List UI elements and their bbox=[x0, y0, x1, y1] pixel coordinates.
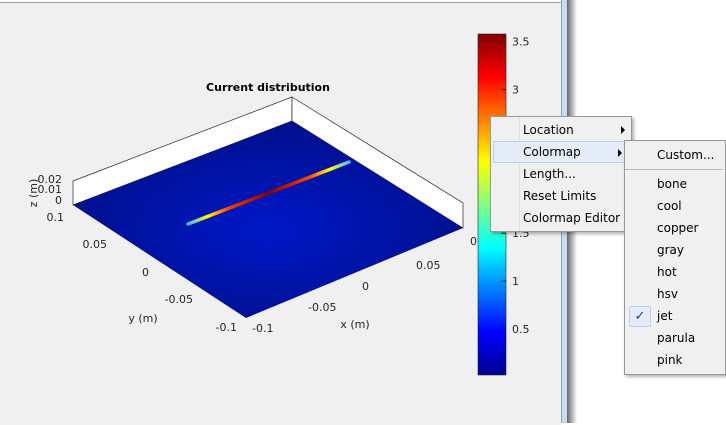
menu-item-jet[interactable]: ✓ jet bbox=[625, 305, 725, 327]
menu-item-label: cool bbox=[657, 199, 682, 213]
check-icon: ✓ bbox=[629, 306, 651, 327]
y-tick: 0.1 bbox=[47, 211, 65, 224]
menu-item-colormap-editor[interactable]: Colormap Editor bbox=[491, 207, 631, 229]
x-tick: 0.05 bbox=[416, 259, 441, 272]
menu-item-hsv[interactable]: hsv bbox=[625, 283, 725, 305]
colormap-submenu: Custom... bone cool copper gray hot hsv ✓ jet pa… bbox=[624, 140, 726, 375]
plot-axes: Current distribution 0.02 0.01 0 z (m) 0… bbox=[27, 33, 530, 376]
menu-item-parula[interactable]: parula bbox=[625, 327, 725, 349]
current-surface bbox=[73, 121, 463, 318]
menu-item-label: pink bbox=[657, 353, 683, 367]
x-axis-label: x (m) bbox=[340, 318, 369, 331]
colorbar-tick-label: 3 bbox=[512, 84, 519, 97]
menu-item-label: Colormap bbox=[523, 145, 581, 159]
y-tick: -0.05 bbox=[165, 293, 193, 306]
colorbar-context-menu: Location Colormap Length... Reset Limits… bbox=[490, 116, 632, 232]
menu-item-label: bone bbox=[657, 177, 687, 191]
z-tick: 0 bbox=[55, 194, 62, 207]
menu-item-label: parula bbox=[657, 331, 696, 345]
menu-item-label: gray bbox=[657, 243, 685, 257]
submenu-arrow-icon bbox=[621, 126, 625, 134]
menu-item-label: Reset Limits bbox=[523, 189, 597, 203]
plot-title: Current distribution bbox=[206, 81, 330, 94]
menu-item-copper[interactable]: copper bbox=[625, 217, 725, 239]
colorbar-tick-label: 0.5 bbox=[512, 323, 530, 336]
z-axis-label: z (m) bbox=[27, 179, 40, 208]
menu-item-label: copper bbox=[657, 221, 699, 235]
menu-item-label: hsv bbox=[657, 287, 678, 301]
menu-item-label: jet bbox=[657, 309, 673, 323]
menu-item-colormap[interactable]: Colormap bbox=[493, 141, 629, 163]
menu-item-cool[interactable]: cool bbox=[625, 195, 725, 217]
menu-item-label: Location bbox=[523, 123, 574, 137]
menu-item-bone[interactable]: bone bbox=[625, 173, 725, 195]
menu-separator bbox=[625, 169, 723, 170]
x-tick: -0.1 bbox=[252, 322, 273, 335]
menu-item-pink[interactable]: pink bbox=[625, 349, 725, 371]
y-axis-label: y (m) bbox=[128, 312, 157, 325]
menu-item-hot[interactable]: hot bbox=[625, 261, 725, 283]
menu-item-location[interactable]: Location bbox=[491, 119, 631, 141]
colorbar-tick-label: 3.5 bbox=[512, 36, 530, 49]
x-tick: -0.05 bbox=[308, 301, 336, 314]
y-tick: 0 bbox=[142, 266, 149, 279]
menu-item-reset-limits[interactable]: Reset Limits bbox=[491, 185, 631, 207]
menu-item-label: hot bbox=[657, 265, 677, 279]
y-tick: -0.1 bbox=[216, 321, 237, 334]
submenu-arrow-icon bbox=[618, 149, 622, 157]
y-tick: 0.05 bbox=[83, 238, 108, 251]
menu-item-custom[interactable]: Custom... bbox=[625, 144, 725, 166]
menu-item-label: Colormap Editor bbox=[523, 211, 621, 225]
menu-item-label: Custom... bbox=[657, 148, 715, 162]
menu-item-label: Length... bbox=[523, 167, 576, 181]
menu-item-length[interactable]: Length... bbox=[491, 163, 631, 185]
colorbar-tick-label: 1 bbox=[512, 275, 519, 288]
x-tick: 0 bbox=[362, 280, 369, 293]
menu-item-gray[interactable]: gray bbox=[625, 239, 725, 261]
